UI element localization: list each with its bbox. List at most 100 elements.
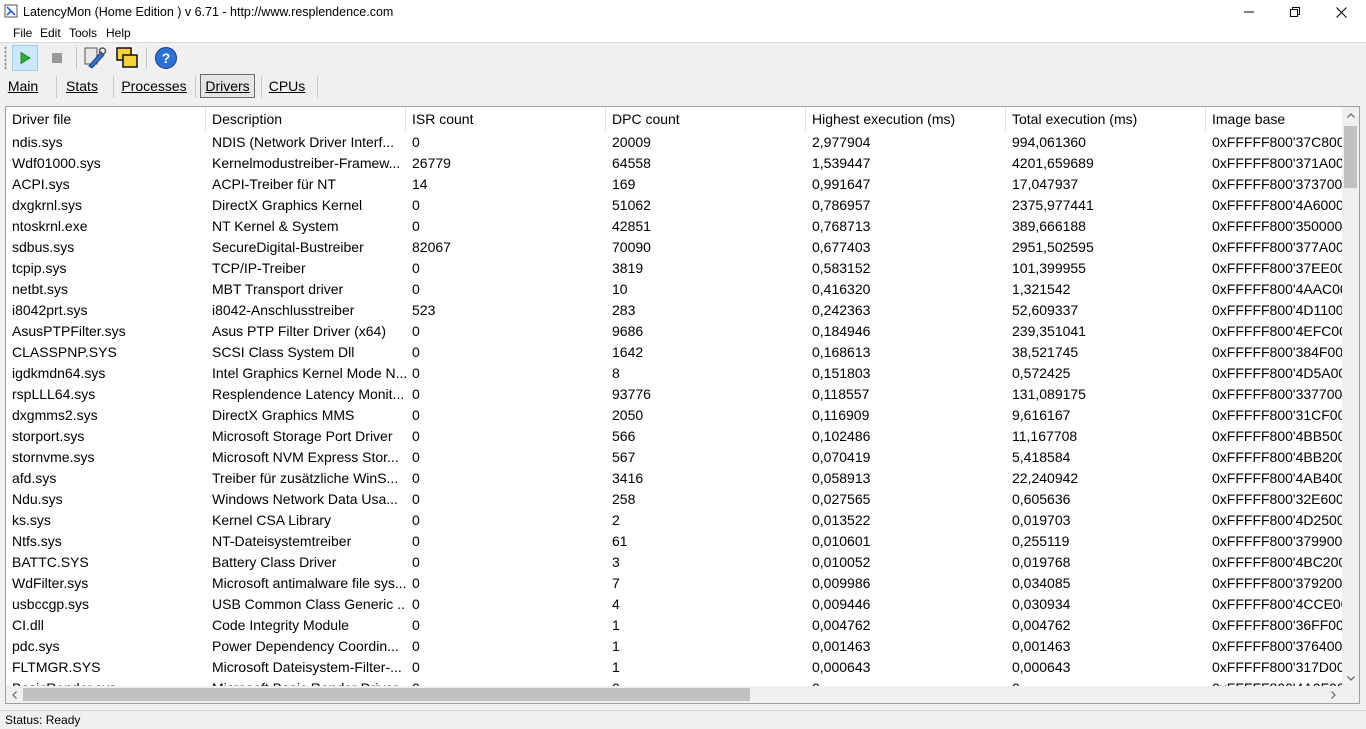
tab-processes[interactable]: Processes — [119, 74, 189, 98]
table-row[interactable]: CLASSPNP.SYS SCSI Class System Dll 0 1642 0,… — [6, 342, 1346, 363]
tab-drivers[interactable]: Drivers — [200, 74, 255, 98]
help-button[interactable]: ? — [153, 45, 179, 71]
cell-dpc-count: 258 — [612, 491, 636, 507]
horizontal-scroll-thumb[interactable] — [23, 688, 750, 701]
table-row[interactable]: FLTMGR.SYS Microsoft Dateisystem-Filter-.… — [6, 657, 1346, 678]
cell-highest-execution: 0,102486 — [812, 428, 871, 444]
scroll-right-arrow[interactable] — [1325, 686, 1342, 703]
table-row[interactable]: igdkmdn64.sys Intel Graphics Kernel Mode … — [6, 363, 1346, 384]
table-row[interactable]: Ntfs.sys NT-Dateisystemtreiber 0 61 0,010601… — [6, 531, 1346, 552]
cell-isr-count: 523 — [412, 302, 436, 318]
table-row[interactable]: dxgkrnl.sys DirectX Graphics Kernel 0 51062… — [6, 195, 1346, 216]
table-row[interactable]: BATTC.SYS Battery Class Driver 0 3 0,010052 0… — [6, 552, 1346, 573]
cell-driver-file: Wdf01000.sys — [12, 155, 101, 171]
cell-dpc-count: 9686 — [612, 323, 644, 339]
cell-highest-execution: 0,001463 — [812, 638, 871, 654]
table-row[interactable]: afd.sys Treiber für zusätzliche WinS... 0 3… — [6, 468, 1346, 489]
cell-total-execution: 0,255119 — [1012, 533, 1070, 549]
tool-button[interactable] — [82, 45, 108, 71]
cell-driver-file: WdFilter.sys — [12, 575, 89, 591]
cell-image-base: 0xFFFFF800'3500000 — [1212, 218, 1346, 234]
cell-image-base: 0xFFFFF800'3799000 — [1212, 533, 1346, 549]
cell-isr-count: 0 — [412, 344, 420, 360]
toolbar-grip[interactable] — [4, 46, 7, 70]
minimize-button[interactable] — [1226, 0, 1272, 24]
cell-driver-file: dxgmms2.sys — [12, 407, 98, 423]
menu-edit[interactable]: Edit — [40, 26, 61, 40]
vertical-scroll-thumb[interactable] — [1344, 126, 1357, 188]
close-button[interactable] — [1318, 0, 1364, 24]
table-row[interactable]: Ndu.sys Windows Network Data Usa... 0 258 0,… — [6, 489, 1346, 510]
vertical-scrollbar[interactable] — [1342, 107, 1359, 687]
tab-main[interactable]: Main — [4, 74, 42, 98]
scroll-down-arrow[interactable] — [1342, 670, 1359, 687]
cell-description: Windows Network Data Usa... — [212, 491, 398, 507]
table-row[interactable]: stornvme.sys Microsoft NVM Express Stor..… — [6, 447, 1346, 468]
table-row[interactable]: pdc.sys Power Dependency Coordin... 0 1 0,00… — [6, 636, 1346, 657]
drivers-table[interactable]: Driver file Description ISR count DPC co… — [5, 106, 1360, 704]
menu-help[interactable]: Help — [106, 26, 131, 40]
horizontal-scrollbar[interactable] — [6, 686, 1359, 703]
table-row[interactable]: sdbus.sys SecureDigital-Bustreiber 82067 70… — [6, 237, 1346, 258]
tab-cpus[interactable]: CPUs — [266, 74, 308, 98]
restore-button[interactable] — [1272, 0, 1318, 24]
cell-total-execution: 11,167708 — [1012, 428, 1078, 444]
cell-image-base: 0xFFFFF800'317D000 — [1212, 659, 1346, 675]
chevron-left-icon — [12, 690, 17, 699]
cell-isr-count: 0 — [412, 449, 420, 465]
cell-description: NT-Dateisystemtreiber — [212, 533, 352, 549]
cell-highest-execution: 0,768713 — [812, 218, 871, 234]
cell-driver-file: ks.sys — [12, 512, 51, 528]
cell-dpc-count: 566 — [612, 428, 636, 444]
column-header-image-base[interactable]: Image base — [1206, 107, 1346, 132]
cell-isr-count: 0 — [412, 365, 420, 381]
cell-total-execution: 52,609337 — [1012, 302, 1079, 318]
cell-highest-execution: 0,058913 — [812, 470, 871, 486]
start-button[interactable] — [12, 45, 38, 71]
cell-driver-file: CI.dll — [12, 617, 44, 633]
windows-button[interactable] — [114, 45, 140, 71]
table-row[interactable]: netbt.sys MBT Transport driver 0 10 0,416320… — [6, 279, 1346, 300]
table-row[interactable]: Wdf01000.sys Kernelmodustreiber-Framew...… — [6, 153, 1346, 174]
table-row[interactable]: tcpip.sys TCP/IP-Treiber 0 3819 0,583152 101,… — [6, 258, 1346, 279]
table-row[interactable]: AsusPTPFilter.sys Asus PTP Filter Driver … — [6, 321, 1346, 342]
cell-isr-count: 0 — [412, 533, 420, 549]
cell-image-base: 0xFFFFF800'4EFC000 — [1212, 323, 1346, 339]
scroll-up-arrow[interactable] — [1342, 107, 1359, 124]
table-row[interactable]: WdFilter.sys Microsoft antimalware file s… — [6, 573, 1346, 594]
cell-description: ACPI-Treiber für NT — [212, 176, 336, 192]
cell-image-base: 0xFFFFF800'4BB5000 — [1212, 428, 1346, 444]
stop-icon — [52, 53, 62, 63]
table-row[interactable]: storport.sys Microsoft Storage Port Drive… — [6, 426, 1346, 447]
menu-file[interactable]: File — [13, 26, 32, 40]
column-header-dpc-count[interactable]: DPC count — [606, 107, 806, 132]
scroll-left-arrow[interactable] — [6, 686, 23, 703]
table-row[interactable]: dxgmms2.sys DirectX Graphics MMS 0 2050 0,11… — [6, 405, 1346, 426]
table-row[interactable]: CI.dll Code Integrity Module 0 1 0,004762 0,0… — [6, 615, 1346, 636]
cell-highest-execution: 0,242363 — [812, 302, 871, 318]
cell-dpc-count: 283 — [612, 302, 636, 318]
cell-total-execution: 4201,659689 — [1012, 155, 1094, 171]
table-row[interactable]: ks.sys Kernel CSA Library 0 2 0,013522 0,0197… — [6, 510, 1346, 531]
table-row[interactable]: rspLLL64.sys Resplendence Latency Monit..… — [6, 384, 1346, 405]
table-row[interactable]: usbccgp.sys USB Common Class Generic ... 0… — [6, 594, 1346, 615]
column-header-driver-file[interactable]: Driver file — [6, 107, 206, 132]
title-bar[interactable]: LatencyMon (Home Edition ) v 6.71 - http… — [0, 0, 1366, 24]
table-row[interactable]: ndis.sys NDIS (Network Driver Interf... 0 2… — [6, 132, 1346, 153]
table-row[interactable]: ntoskrnl.exe NT Kernel & System 0 42851 0,76… — [6, 216, 1346, 237]
tab-stats[interactable]: Stats — [62, 74, 102, 98]
column-header-highest-execution[interactable]: Highest execution (ms) — [806, 107, 1006, 132]
column-header-isr-count[interactable]: ISR count — [406, 107, 606, 132]
cell-highest-execution: 0,009986 — [812, 575, 871, 591]
table-row[interactable]: ACPI.sys ACPI-Treiber für NT 14 169 0,991647… — [6, 174, 1346, 195]
cell-driver-file: dxgkrnl.sys — [12, 197, 83, 213]
cell-highest-execution: 0,070419 — [812, 449, 871, 465]
status-bar: Status: Ready — [0, 710, 1366, 729]
table-row[interactable]: i8042prt.sys i8042-Anschlusstreiber 523 283… — [6, 300, 1346, 321]
cell-image-base: 0xFFFFF800'3792000 — [1212, 575, 1346, 591]
column-header-total-execution[interactable]: Total execution (ms) — [1006, 107, 1206, 132]
menu-tools[interactable]: Tools — [69, 26, 97, 40]
stop-button[interactable] — [44, 45, 70, 71]
column-header-description[interactable]: Description — [206, 107, 406, 132]
cell-isr-count: 26779 — [412, 155, 451, 171]
